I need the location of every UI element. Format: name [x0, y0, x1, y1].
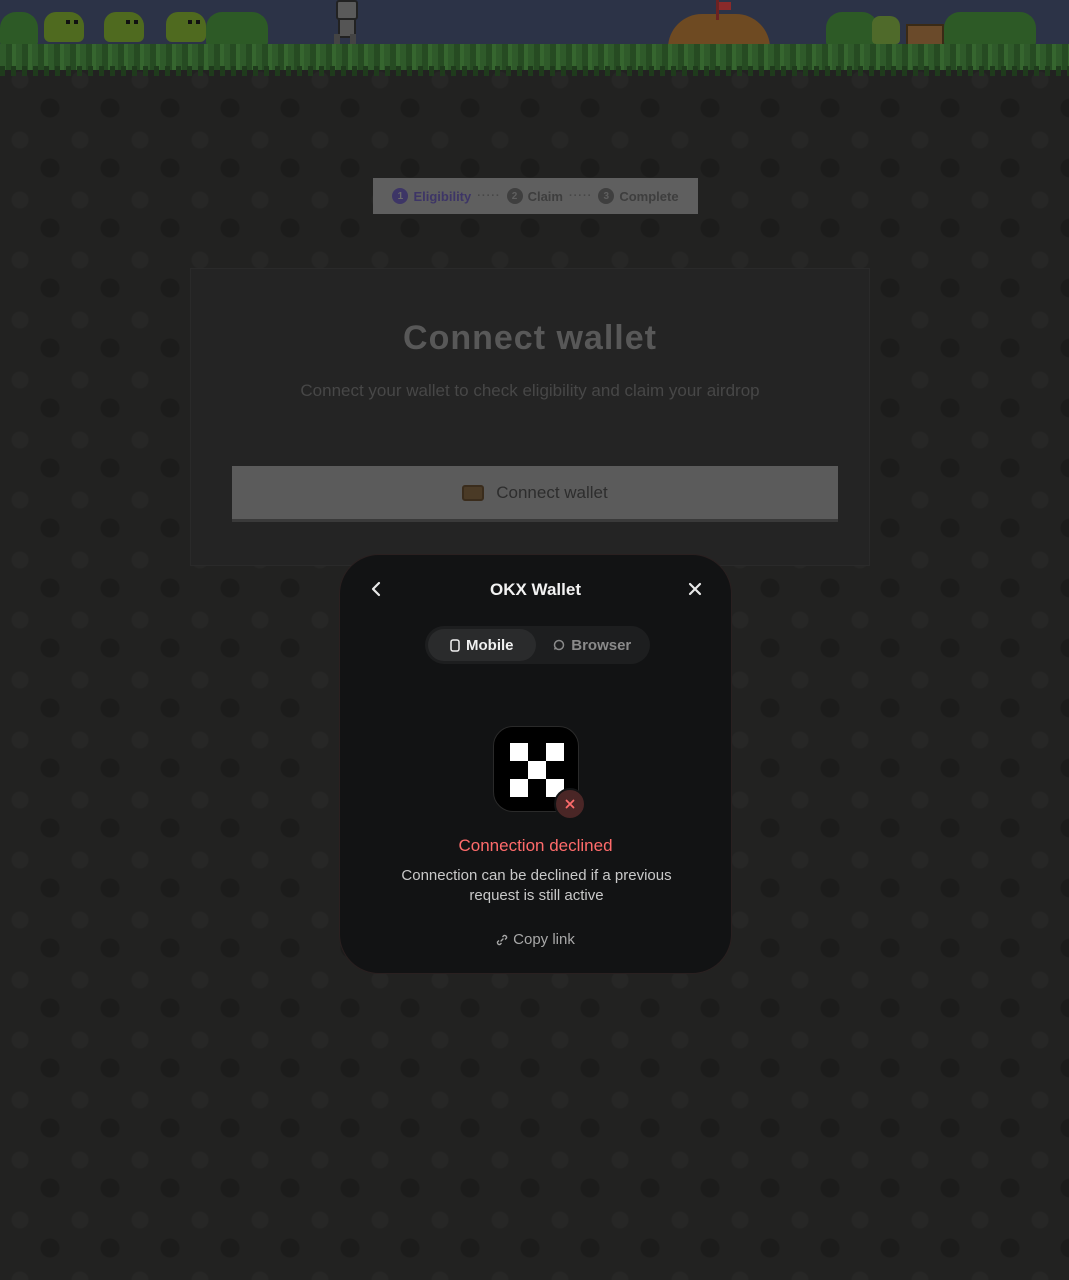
globe-icon [553, 639, 565, 651]
connect-card: Connect wallet Connect your wallet to ch… [190, 268, 870, 566]
grass-edge [0, 66, 1069, 76]
tab-browser-label: Browser [571, 636, 632, 654]
error-badge [554, 788, 586, 820]
step-eligibility: 1 Eligibility [392, 188, 471, 204]
connection-status: Connection declined [458, 836, 613, 855]
x-icon [565, 799, 575, 809]
step-separator: ····· [477, 190, 501, 202]
caterpillar-sprite [44, 12, 84, 42]
step-indicator: 1 Eligibility ····· 2 Claim ····· 3 Comp… [373, 178, 698, 214]
modal-title: OKX Wallet [490, 580, 581, 599]
status-message: Connection can be declined if a previous… [401, 867, 672, 904]
step-number: 1 [392, 188, 409, 204]
tab-mobile-label: Mobile [466, 636, 514, 654]
step-number: 2 [506, 188, 523, 204]
bush-decoration [826, 12, 878, 46]
step-complete: 3 Complete [598, 188, 679, 204]
caterpillar-sprite [104, 12, 144, 42]
wallet-modal: OKX Wallet Mobile Browser Connection dec… [339, 554, 732, 974]
card-subtitle: Connect your wallet to check eligibility… [300, 381, 760, 400]
copy-link-label: Copy link [513, 931, 575, 948]
step-label: Complete [619, 188, 679, 204]
wallet-icon [462, 484, 485, 501]
link-icon [496, 934, 508, 945]
step-label: Claim [527, 188, 563, 204]
close-button[interactable] [683, 577, 707, 601]
connect-wallet-button[interactable]: Connect wallet [232, 466, 838, 522]
copy-link-button[interactable]: Copy link [340, 931, 731, 948]
tab-mobile[interactable]: Mobile [428, 629, 536, 661]
phone-icon [450, 638, 460, 652]
close-icon [688, 582, 702, 596]
step-separator: ····· [568, 190, 593, 202]
bush-decoration [0, 12, 38, 46]
caterpillar-sprite [166, 12, 206, 42]
player-sprite [328, 0, 362, 44]
hill-decoration [668, 14, 770, 48]
bush-decoration [944, 12, 1036, 46]
bush-decoration [206, 12, 268, 46]
connection-tabs: Mobile Browser [425, 626, 650, 664]
connect-wallet-label: Connect wallet [496, 482, 608, 502]
step-claim: 2 Claim [506, 188, 563, 204]
flag-icon [719, 2, 731, 10]
tab-browser[interactable]: Browser [538, 629, 648, 661]
card-title: Connect wallet [403, 319, 657, 357]
creature-sprite [872, 16, 900, 44]
step-label: Eligibility [413, 188, 472, 204]
step-number: 3 [598, 188, 615, 204]
